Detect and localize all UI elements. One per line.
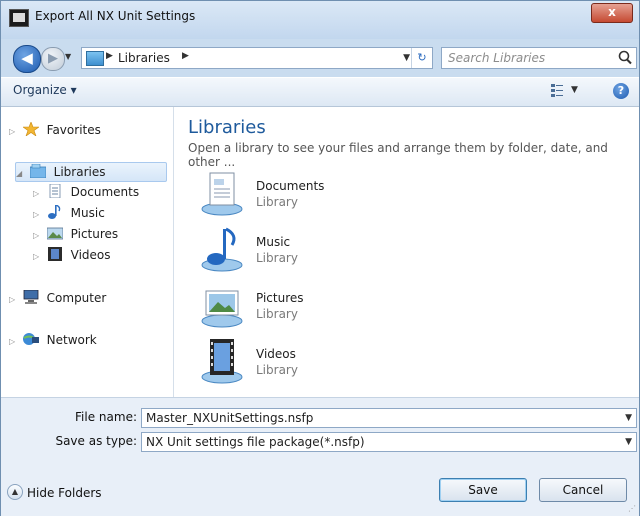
library-name: Documents bbox=[256, 179, 325, 193]
sidebar-item-videos[interactable]: ▷ Videos bbox=[33, 246, 111, 264]
expand-arrow-icon[interactable]: ▷ bbox=[33, 185, 43, 203]
cancel-button[interactable]: Cancel bbox=[539, 478, 627, 502]
sidebar-item-label: Favorites bbox=[46, 123, 101, 137]
address-dropdown-icon[interactable]: ▼ bbox=[403, 53, 410, 63]
library-type: Library bbox=[256, 307, 298, 321]
save-dialog-window: Export All NX Unit Settings x ◀ ▶ ▼ ▶ Li… bbox=[0, 0, 640, 516]
collapse-arrow-icon[interactable]: ◢ bbox=[16, 165, 26, 183]
refresh-button[interactable]: ↻ bbox=[411, 48, 432, 68]
pictures-library-icon bbox=[201, 290, 243, 328]
page-title: Libraries bbox=[188, 117, 266, 138]
videos-library-icon bbox=[201, 339, 243, 384]
network-icon bbox=[22, 333, 39, 345]
sidebar-item-computer[interactable]: ▷ Computer bbox=[9, 289, 106, 307]
library-name: Pictures bbox=[256, 291, 304, 305]
sidebar-item-label: Videos bbox=[70, 248, 111, 262]
back-button[interactable]: ◀ bbox=[13, 45, 41, 73]
save-type-select[interactable]: NX Unit settings file package(*.nsfp) ▼ bbox=[141, 432, 637, 452]
organize-button[interactable]: Organize ▾ bbox=[13, 83, 77, 97]
save-type-dropdown-icon[interactable]: ▼ bbox=[625, 433, 632, 451]
library-type: Library bbox=[256, 195, 298, 209]
search-input[interactable]: Search Libraries bbox=[448, 51, 545, 65]
command-bar: Organize ▾ ▼ ? bbox=[1, 77, 639, 107]
sidebar-item-label: Documents bbox=[70, 185, 140, 199]
forward-button[interactable]: ▶ bbox=[41, 47, 65, 71]
sidebar-item-libraries[interactable]: ◢ Libraries bbox=[15, 162, 167, 182]
sidebar-item-label: Music bbox=[70, 206, 105, 220]
address-bar[interactable]: ▶ Libraries ▶ ▼ ↻ bbox=[81, 47, 433, 69]
sidebar-item-label: Computer bbox=[46, 291, 107, 305]
libraries-icon bbox=[29, 164, 46, 178]
file-name-label: File name: bbox=[75, 410, 137, 424]
save-button[interactable]: Save bbox=[439, 478, 527, 502]
app-icon bbox=[9, 9, 29, 27]
breadcrumb-arrow-icon[interactable]: ▶ bbox=[106, 51, 113, 61]
navigation-pane: ▷ Favorites ◢ Libraries ▷ Documents ▷ Mu… bbox=[1, 107, 174, 397]
title-bar: Export All NX Unit Settings x bbox=[1, 1, 639, 39]
expand-arrow-icon[interactable]: ▷ bbox=[33, 227, 43, 245]
expand-arrow-icon[interactable]: ▷ bbox=[9, 123, 19, 141]
sidebar-item-pictures[interactable]: ▷ Pictures bbox=[33, 225, 118, 243]
expand-arrow-icon[interactable]: ▷ bbox=[33, 206, 43, 224]
expand-arrow-icon[interactable]: ▷ bbox=[33, 248, 43, 266]
file-name-field[interactable]: Master_NXUnitSettings.nsfp ▼ bbox=[141, 408, 637, 428]
change-view-icon[interactable] bbox=[551, 84, 563, 98]
music-library-icon bbox=[201, 227, 243, 272]
sidebar-item-favorites[interactable]: ▷ Favorites bbox=[9, 121, 101, 139]
navigation-bar: ◀ ▶ ▼ ▶ Libraries ▶ ▼ ↻ Search Libraries bbox=[1, 41, 639, 75]
documents-icon bbox=[49, 184, 61, 198]
library-type: Library bbox=[256, 251, 298, 265]
breadcrumb-libraries[interactable]: Libraries bbox=[118, 51, 170, 65]
help-icon[interactable]: ? bbox=[613, 83, 629, 99]
star-icon bbox=[22, 122, 39, 136]
expand-arrow-icon[interactable]: ▷ bbox=[9, 291, 19, 309]
content-pane: Libraries Open a library to see your fil… bbox=[174, 107, 639, 397]
resize-grip-icon[interactable]: ⋰ bbox=[628, 504, 636, 513]
library-type: Library bbox=[256, 363, 298, 377]
pictures-icon bbox=[46, 227, 63, 240]
file-name-value[interactable]: Master_NXUnitSettings.nsfp bbox=[146, 411, 313, 425]
recent-pages-dropdown-icon[interactable]: ▼ bbox=[65, 52, 71, 61]
page-subtitle: Open a library to see your files and arr… bbox=[188, 141, 608, 169]
hide-folders-button[interactable]: Hide Folders bbox=[27, 486, 102, 500]
sidebar-item-label: Pictures bbox=[70, 227, 119, 241]
sidebar-item-label: Network bbox=[46, 333, 97, 347]
save-type-value[interactable]: NX Unit settings file package(*.nsfp) bbox=[146, 435, 365, 449]
expand-arrow-icon[interactable]: ▷ bbox=[9, 333, 19, 351]
chevron-up-icon[interactable]: ▲ bbox=[7, 484, 23, 500]
sidebar-item-music[interactable]: ▷ Music bbox=[33, 204, 105, 222]
documents-library-icon bbox=[201, 172, 243, 216]
library-name: Videos bbox=[256, 347, 296, 361]
sidebar-item-label: Libraries bbox=[53, 165, 106, 179]
library-item-pictures[interactable]: Pictures Library bbox=[200, 281, 500, 333]
computer-icon bbox=[23, 290, 39, 304]
search-box[interactable]: Search Libraries bbox=[441, 47, 637, 69]
close-button[interactable]: x bbox=[591, 3, 633, 23]
view-options-dropdown-icon[interactable]: ▼ bbox=[571, 85, 578, 95]
breadcrumb-arrow-icon[interactable]: ▶ bbox=[182, 51, 189, 61]
search-icon[interactable] bbox=[616, 49, 634, 67]
videos-icon bbox=[47, 247, 62, 261]
sidebar-item-network[interactable]: ▷ Network bbox=[9, 331, 97, 349]
sidebar-item-documents[interactable]: ▷ Documents bbox=[33, 183, 139, 201]
library-item-videos[interactable]: Videos Library bbox=[200, 337, 500, 389]
window-title: Export All NX Unit Settings bbox=[35, 9, 196, 23]
save-type-label: Save as type: bbox=[55, 434, 137, 448]
music-note-icon bbox=[47, 205, 61, 219]
save-options-panel: File name: Master_NXUnitSettings.nsfp ▼ … bbox=[1, 397, 639, 516]
libraries-folder-icon bbox=[86, 51, 104, 66]
library-name: Music bbox=[256, 235, 291, 249]
library-item-music[interactable]: Music Library bbox=[200, 225, 500, 277]
library-item-documents[interactable]: Documents Library bbox=[200, 169, 500, 221]
file-name-dropdown-icon[interactable]: ▼ bbox=[625, 409, 632, 427]
